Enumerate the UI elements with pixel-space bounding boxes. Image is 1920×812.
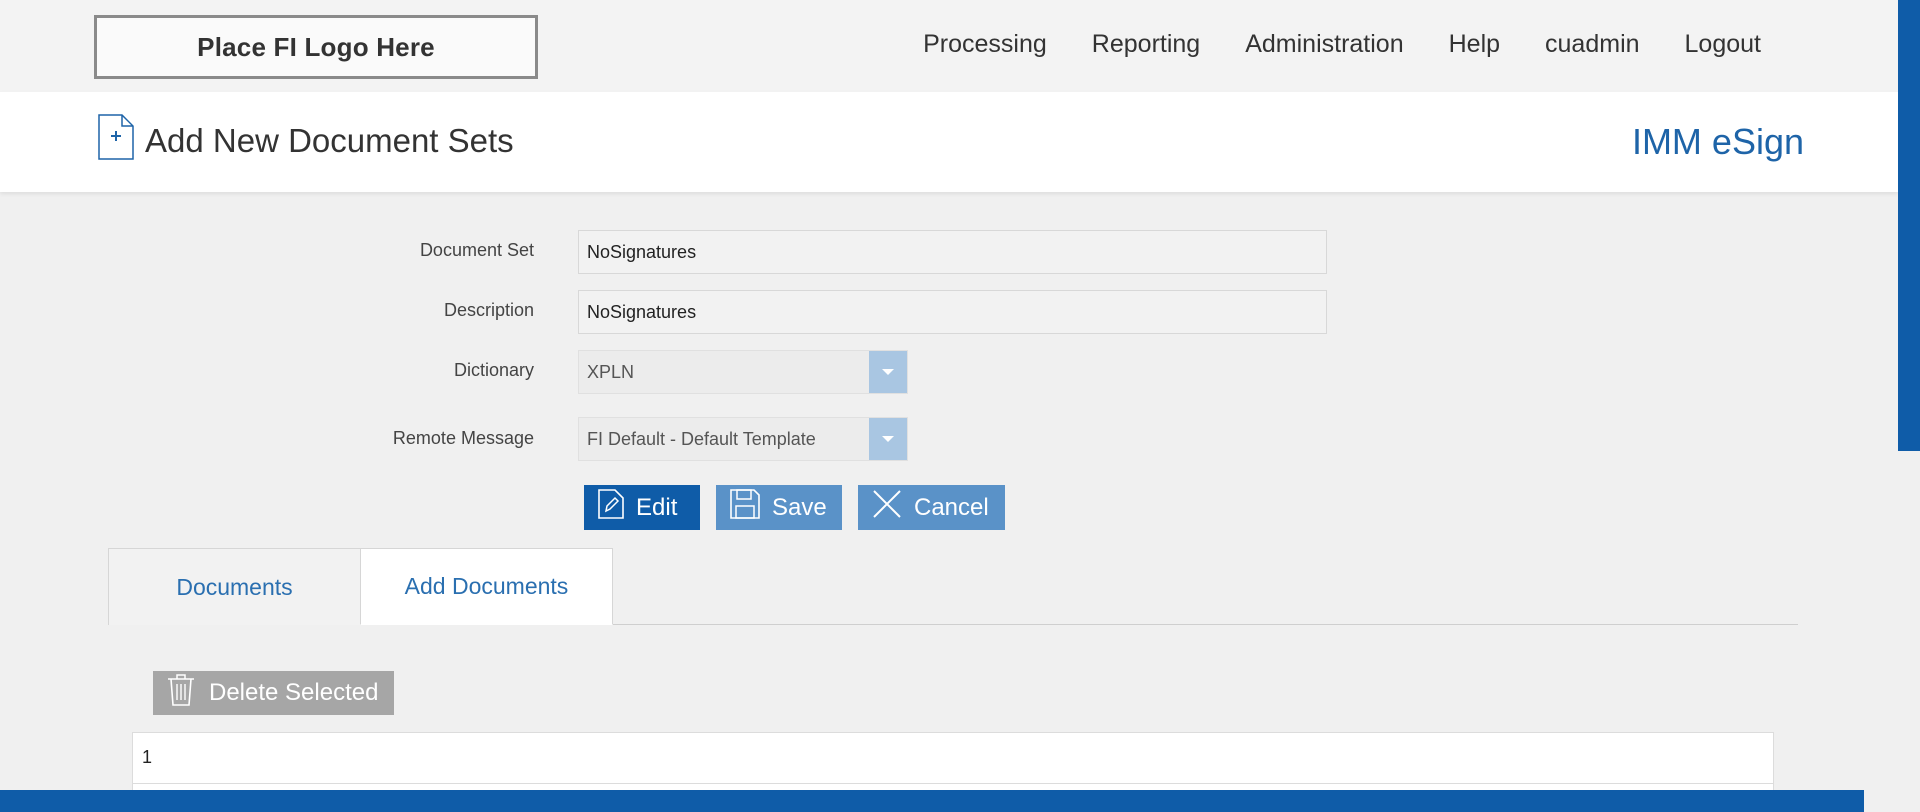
trash-icon <box>167 673 195 713</box>
top-bar: Place FI Logo Here Processing Reporting … <box>0 0 1898 92</box>
remote-message-selected-value: FI Default - Default Template <box>587 429 816 449</box>
document-set-label: Document Set <box>419 240 534 260</box>
chevron-down-icon[interactable] <box>869 418 907 460</box>
vertical-scrollbar[interactable] <box>1898 0 1920 451</box>
delete-selected-button[interactable]: Delete Selected <box>153 671 394 715</box>
dictionary-select[interactable]: XPLN <box>578 350 908 394</box>
bottom-bar <box>0 790 1864 812</box>
pencil-icon <box>598 489 624 526</box>
main-nav: Processing Reporting Administration Help… <box>923 30 1761 59</box>
logo-placeholder: Place FI Logo Here <box>94 15 538 79</box>
table-row[interactable]: 1 <box>133 733 1773 784</box>
dictionary-selected-value: XPLN <box>587 362 635 382</box>
brand-name: IMM eSign <box>1631 121 1804 162</box>
floppy-disk-icon <box>730 489 760 526</box>
new-document-icon <box>98 114 134 165</box>
nav-help[interactable]: Help <box>1449 30 1500 59</box>
save-button-label: Save <box>772 493 827 521</box>
save-button[interactable]: Save <box>716 485 842 530</box>
close-icon <box>872 489 902 526</box>
nav-logout[interactable]: Logout <box>1685 30 1761 59</box>
edit-button[interactable]: Edit <box>584 485 700 530</box>
table-cell: 1 <box>142 747 153 767</box>
chevron-down-icon[interactable] <box>869 351 907 393</box>
nav-processing[interactable]: Processing <box>923 30 1047 59</box>
remote-message-label: Remote Message <box>392 428 534 448</box>
nav-reporting[interactable]: Reporting <box>1092 30 1200 59</box>
edit-button-label: Edit <box>636 493 678 521</box>
tab-documents[interactable]: Documents <box>108 548 361 625</box>
tab-add-documents[interactable]: Add Documents <box>360 548 613 625</box>
dictionary-label: Dictionary <box>453 360 534 380</box>
nav-administration[interactable]: Administration <box>1245 30 1403 59</box>
cancel-button-label: Cancel <box>914 493 989 521</box>
page-header: Add New Document Sets IMM eSign <box>0 92 1898 192</box>
cancel-button[interactable]: Cancel <box>858 485 1005 530</box>
delete-selected-label: Delete Selected <box>209 679 379 706</box>
description-label: Description <box>443 300 534 320</box>
page-title: Add New Document Sets <box>145 122 514 159</box>
remote-message-select[interactable]: FI Default - Default Template <box>578 417 908 461</box>
nav-user[interactable]: cuadmin <box>1545 30 1640 59</box>
document-set-input[interactable] <box>578 230 1327 274</box>
description-input[interactable] <box>578 290 1327 334</box>
